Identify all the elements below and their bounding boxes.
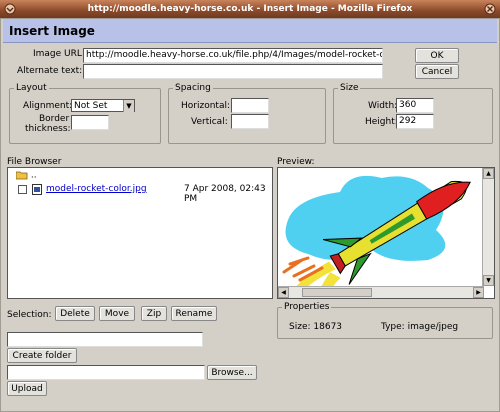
parent-folder-row[interactable]: .. xyxy=(15,170,37,181)
file-date: 7 Apr 2008, 02:43 PM xyxy=(184,184,266,204)
preview-label: Preview: xyxy=(277,157,315,167)
alignment-value: Not Set xyxy=(74,101,108,111)
scroll-right-icon[interactable]: ▶ xyxy=(473,287,484,298)
type-value: image/jpeg xyxy=(407,322,459,332)
window-titlebar: http://moodle.heavy-horse.co.uk - Insert… xyxy=(0,0,500,18)
upload-button[interactable]: Upload xyxy=(7,381,47,396)
file-browser-label: File Browser xyxy=(7,157,62,167)
width-label: Width: xyxy=(368,101,398,111)
close-window-icon[interactable] xyxy=(484,3,496,15)
dialog-heading: Insert Image xyxy=(3,19,497,43)
zip-button[interactable]: Zip xyxy=(141,306,167,321)
properties-type: Type: image/jpeg xyxy=(381,322,458,332)
border-label: Border xyxy=(39,114,70,124)
scroll-up-icon[interactable]: ▲ xyxy=(483,168,494,179)
spacing-legend: Spacing xyxy=(173,83,213,93)
alt-text-input[interactable] xyxy=(83,64,383,79)
alignment-label: Alignment: xyxy=(23,101,73,111)
vertical-spacing-input[interactable] xyxy=(231,114,269,129)
image-url-label: Image URL: xyxy=(33,49,85,59)
folder-name-input[interactable] xyxy=(7,332,203,347)
file-link[interactable]: model-rocket-color.jpg xyxy=(46,184,147,194)
selection-label: Selection: xyxy=(7,310,52,320)
border-thickness-input[interactable] xyxy=(71,115,109,130)
list-item[interactable]: model-rocket-color.jpg 7 Apr 2008, 02:43… xyxy=(18,184,268,204)
preview-horizontal-scrollbar[interactable]: ◀ ▶ xyxy=(278,286,484,298)
file-browser-panel: .. model-rocket-color.jpg 7 Apr 2008, 02… xyxy=(7,167,273,299)
parent-folder-label: .. xyxy=(30,170,37,181)
rename-button[interactable]: Rename xyxy=(171,306,217,321)
layout-legend: Layout xyxy=(14,83,49,93)
alignment-select[interactable]: Not Set ▼ xyxy=(71,99,135,112)
move-button[interactable]: Move xyxy=(99,306,135,321)
height-input[interactable]: 292 xyxy=(396,114,434,129)
properties-legend: Properties xyxy=(282,302,332,312)
browse-button[interactable]: Browse... xyxy=(207,365,257,380)
file-checkbox[interactable] xyxy=(18,185,27,194)
window-title: http://moodle.heavy-horse.co.uk - Insert… xyxy=(87,4,413,14)
scroll-down-icon[interactable]: ▼ xyxy=(483,275,494,286)
window-menu-icon[interactable] xyxy=(4,3,16,15)
delete-button[interactable]: Delete xyxy=(55,306,95,321)
ok-button[interactable]: OK xyxy=(415,48,459,63)
border-thickness-label: thickness: xyxy=(25,124,71,134)
horizontal-spacing-input[interactable] xyxy=(231,98,269,113)
preview-panel: ▲ ▼ ◀ ▶ xyxy=(277,167,495,299)
horizontal-label: Horizontal: xyxy=(181,101,230,111)
scroll-left-icon[interactable]: ◀ xyxy=(278,287,289,298)
image-url-input[interactable]: http://moodle.heavy-horse.co.uk/file.php… xyxy=(83,48,383,63)
scroll-thumb[interactable] xyxy=(302,288,372,297)
dialog-body: Insert Image Image URL: http://moodle.he… xyxy=(0,18,500,412)
height-label: Height: xyxy=(365,117,398,127)
width-input[interactable]: 360 xyxy=(396,98,434,113)
alt-text-label: Alternate text: xyxy=(17,66,83,76)
folder-up-icon xyxy=(15,171,28,180)
image-file-icon xyxy=(32,184,42,195)
type-label: Type: xyxy=(381,322,405,332)
upload-file-input[interactable] xyxy=(7,365,205,380)
create-folder-button[interactable]: Create folder xyxy=(7,348,77,363)
vertical-label: Vertical: xyxy=(191,117,228,127)
preview-vertical-scrollbar[interactable]: ▲ ▼ xyxy=(482,168,494,286)
cancel-button[interactable]: Cancel xyxy=(415,64,459,79)
size-value: 18673 xyxy=(313,322,343,332)
rocket-preview-image xyxy=(278,168,482,288)
size-label: Size: xyxy=(289,322,311,332)
properties-size: Size: 18673 xyxy=(289,322,342,332)
chevron-down-icon: ▼ xyxy=(123,100,134,112)
size-legend: Size xyxy=(338,83,361,93)
